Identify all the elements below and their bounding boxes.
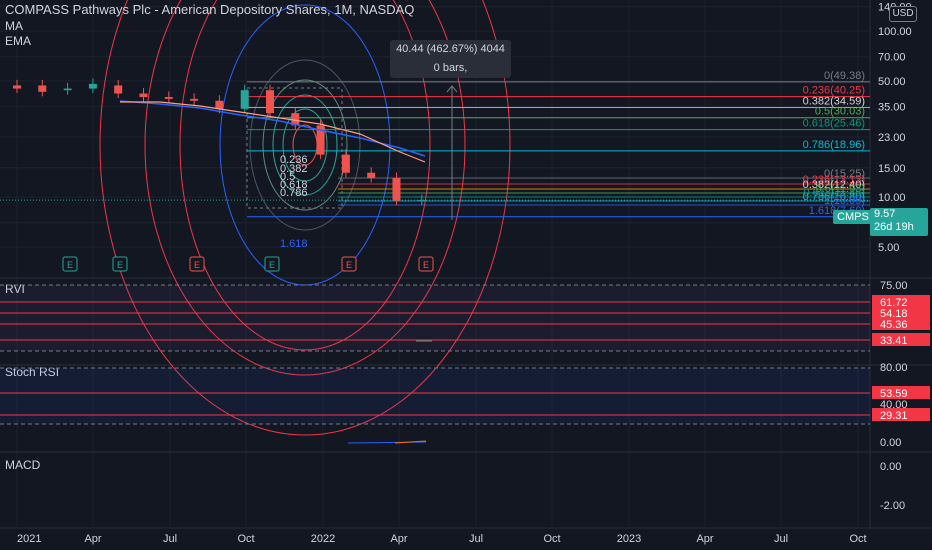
- stoch-tick-label: 40.00: [880, 399, 908, 411]
- earnings-marker-label: E: [67, 260, 73, 270]
- x-tick-label: Apr: [390, 533, 407, 545]
- fib-level-label: 0.5(30.03): [815, 106, 865, 118]
- candle-body: [341, 154, 350, 173]
- measure-tooltip-line2: 0 bars,: [433, 62, 468, 74]
- candle-body: [38, 85, 47, 92]
- candle-body: [240, 90, 249, 109]
- chart-background: [0, 0, 932, 550]
- earnings-marker-label: E: [194, 260, 200, 270]
- measure-tooltip: 40.44 (462.67%) 4044 0 bars,: [390, 40, 511, 78]
- fib-level-label: 0(49.38): [824, 70, 865, 82]
- indicator-ma-label[interactable]: MA: [5, 19, 23, 33]
- stoch-band-fill: [0, 368, 870, 424]
- fib-circle-label: 0.786: [280, 187, 308, 199]
- x-tick-label: Oct: [849, 533, 866, 545]
- ticker-countdown: 26d 19h: [874, 221, 914, 233]
- candle-body: [114, 85, 123, 94]
- candle-body: [266, 90, 274, 114]
- y-tick-label: 5.00: [878, 242, 899, 254]
- candle-body: [392, 178, 401, 201]
- y-tick-label: 23.00: [878, 132, 906, 144]
- ticker-price-badge: 9.57 26d 19h: [870, 208, 928, 236]
- earnings-marker-label: E: [117, 260, 123, 270]
- macd-tick-label: -2.00: [880, 500, 905, 512]
- macd-tick-label: 0.00: [880, 461, 901, 473]
- x-tick-label: Oct: [237, 533, 254, 545]
- currency-button[interactable]: USD: [889, 6, 917, 22]
- chart-canvas[interactable]: 0(49.38)0.236(40.25)0.382(34.59)0.5(30.0…: [0, 0, 932, 550]
- stoch-level-label: 29.31: [880, 410, 908, 422]
- x-tick-label: 2023: [617, 533, 641, 545]
- candle-body: [417, 200, 426, 202]
- candle-body: [88, 83, 97, 89]
- candle-body: [215, 100, 224, 109]
- rvi-level-label: 45.36: [880, 319, 908, 331]
- y-tick-label: 35.00: [878, 102, 906, 114]
- x-tick-label: Jul: [163, 533, 177, 545]
- ticker-symbol-badge: CMPS: [833, 210, 873, 224]
- candle-body: [367, 172, 376, 179]
- candle-body: [190, 98, 199, 101]
- x-tick-label: Apr: [696, 533, 713, 545]
- x-tick-label: Oct: [543, 533, 560, 545]
- x-tick-label: Jul: [774, 533, 788, 545]
- rvi-tick-label: 75.00: [880, 280, 908, 292]
- earnings-marker-label: E: [423, 260, 429, 270]
- fib-circle-label: 1.618: [280, 238, 308, 250]
- rvi-pane[interactable]: RVI61.7254.1845.3633.4175.00: [0, 280, 930, 352]
- x-tick-label: Jul: [469, 533, 483, 545]
- x-tick-label: Apr: [84, 533, 101, 545]
- earnings-marker-label: E: [269, 260, 275, 270]
- chart-title: COMPASS Pathways Plc - American Deposito…: [5, 2, 415, 17]
- indicator-ema-label[interactable]: EMA: [5, 34, 31, 48]
- y-tick-label: 10.00: [878, 192, 906, 204]
- earnings-marker-label: E: [346, 260, 352, 270]
- stoch-tick-label: 80.00: [880, 362, 908, 374]
- x-tick-label: 2021: [17, 533, 41, 545]
- rvi-band-fill: [0, 285, 870, 351]
- candle-body: [63, 88, 72, 91]
- ticker-price: 9.57: [874, 208, 896, 220]
- macd-title: MACD: [5, 458, 41, 472]
- candle-body: [139, 93, 148, 98]
- fib-level-label: 0.618(25.46): [803, 118, 865, 130]
- stoch-tick-label: 0.00: [880, 437, 901, 449]
- y-tick-label: 15.00: [878, 163, 906, 175]
- candle-body: [164, 97, 173, 99]
- fib-level-label: 0.786(18.96): [803, 139, 865, 151]
- y-tick-label: 70.00: [878, 52, 906, 64]
- y-tick-label: 50.00: [878, 76, 906, 88]
- candle-body: [13, 85, 21, 89]
- rvi-level-label: 33.41: [880, 335, 908, 347]
- measure-tooltip-line1: 40.44 (462.67%) 4044: [396, 43, 505, 55]
- fib2-level-label: 1(10.09): [824, 195, 865, 207]
- y-tick-label: 100.00: [878, 26, 912, 38]
- x-tick-label: 2022: [311, 533, 335, 545]
